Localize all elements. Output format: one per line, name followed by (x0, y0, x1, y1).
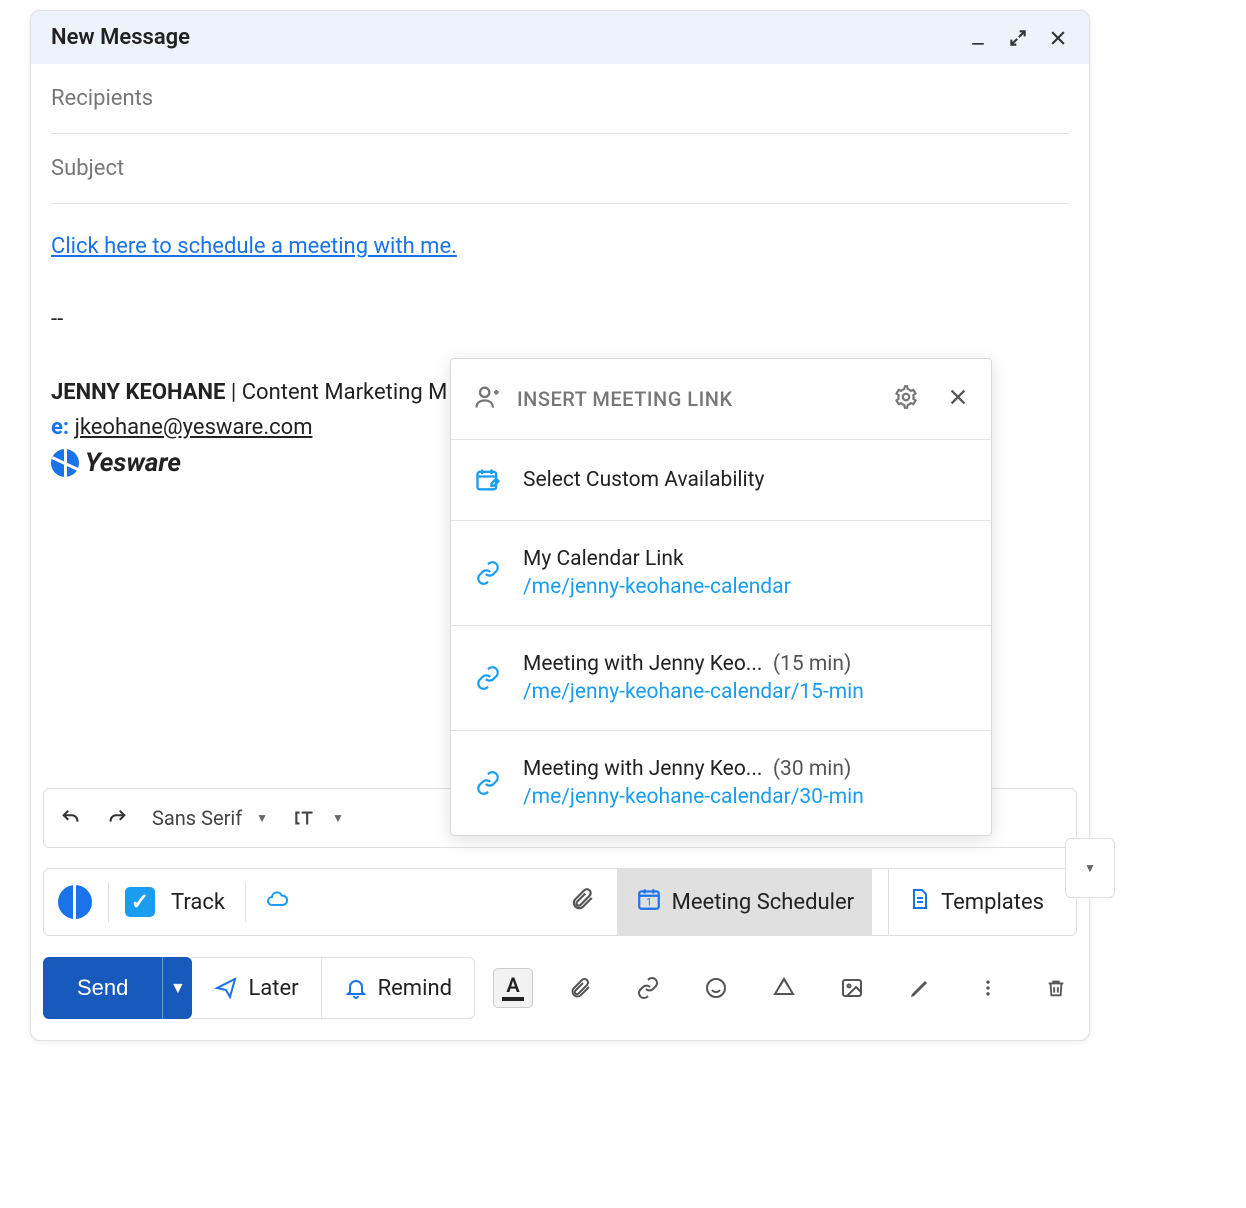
meeting-15min-duration: (15 min) (773, 652, 851, 676)
calendar-icon: 1 (636, 886, 662, 918)
attachment-icon[interactable] (569, 886, 595, 918)
drive-icon[interactable] (763, 976, 805, 1000)
link-icon (473, 560, 503, 586)
templates-button[interactable]: Templates (888, 869, 1062, 935)
signature-email-label: e: (51, 415, 69, 440)
gear-icon[interactable] (893, 384, 919, 414)
meeting-30min-duration: (30 min) (773, 757, 851, 781)
minimize-icon[interactable] (967, 27, 989, 49)
calendar-edit-icon (473, 466, 503, 494)
expand-icon[interactable] (1007, 27, 1029, 49)
calendar-link-row[interactable]: My Calendar Link /me/jenny-keohane-calen… (451, 521, 991, 626)
meeting-30min-row[interactable]: Meeting with Jenny Keo... (30 min) /me/j… (451, 731, 991, 835)
later-label: Later (248, 976, 298, 1001)
text-color-button[interactable]: A (493, 968, 533, 1008)
track-label: Track (171, 890, 225, 915)
signature-name: JENNY KEOHANE (51, 380, 225, 405)
undo-icon[interactable] (60, 807, 82, 829)
svg-text:1: 1 (646, 898, 651, 909)
link-icon (473, 770, 503, 796)
close-icon[interactable] (947, 386, 969, 412)
signature-email: jkeohane@yesware.com (75, 415, 313, 440)
templates-label: Templates (941, 890, 1044, 915)
signature-separator-pipe: | (225, 380, 241, 405)
titlebar-actions (967, 27, 1069, 49)
attach-file-icon[interactable] (559, 976, 601, 1000)
link-icon (473, 665, 503, 691)
meeting-30min-path: /me/jenny-keohane-calendar/30-min (523, 785, 864, 809)
header-fields: Recipients Subject (31, 64, 1089, 204)
window-title: New Message (51, 25, 190, 50)
bell-icon (344, 976, 368, 1000)
remind-label: Remind (378, 976, 452, 1001)
meeting-15min-label: Meeting with Jenny Keo... (523, 652, 762, 676)
redo-icon[interactable] (106, 807, 128, 829)
cloud-icon[interactable] (262, 887, 292, 917)
subject-field[interactable]: Subject (51, 134, 1069, 204)
document-icon (907, 886, 931, 918)
custom-availability-label: Select Custom Availability (523, 468, 764, 492)
emoji-icon[interactable] (695, 976, 737, 1000)
yesware-logo-mark (51, 449, 79, 477)
insert-meeting-link-popup: INSERT MEETING LINK Select Custom Availa… (450, 358, 992, 836)
chevron-down-icon: ▼ (256, 811, 268, 825)
schedule-meeting-link[interactable]: Click here to schedule a meeting with me… (51, 234, 457, 259)
chevron-down-icon: ▼ (332, 811, 344, 825)
meeting-scheduler-label: Meeting Scheduler (672, 890, 854, 915)
custom-availability-row[interactable]: Select Custom Availability (451, 440, 991, 521)
yesware-toolbar: ✓ Track 1 Meeting Scheduler Templates (43, 868, 1077, 936)
compose-controls: A (493, 968, 1077, 1008)
font-family-select[interactable]: Sans Serif ▼ (152, 806, 268, 830)
yesware-icon[interactable] (58, 885, 92, 919)
send-later-button[interactable]: Later (192, 957, 321, 1019)
track-checkbox[interactable]: ✓ (125, 887, 155, 917)
meeting-30min-label: Meeting with Jenny Keo... (523, 757, 762, 781)
popup-header: INSERT MEETING LINK (451, 359, 991, 440)
add-person-icon (473, 383, 501, 415)
remind-button[interactable]: Remind (322, 957, 475, 1019)
close-icon[interactable] (1047, 27, 1069, 49)
signature-separator: -- (51, 307, 1069, 332)
send-button[interactable]: Send (43, 957, 162, 1019)
insert-image-icon[interactable] (831, 976, 873, 1000)
calendar-link-label: My Calendar Link (523, 547, 791, 571)
recipients-field[interactable]: Recipients (51, 64, 1069, 134)
font-size-select[interactable]: ▼ (292, 805, 344, 831)
meeting-scheduler-button[interactable]: 1 Meeting Scheduler (617, 869, 872, 935)
discard-icon[interactable] (1035, 976, 1077, 1000)
send-icon (214, 976, 238, 1000)
pen-icon[interactable] (899, 976, 941, 1000)
formatting-more-button[interactable]: ▼ (1065, 838, 1115, 898)
font-family-label: Sans Serif (152, 806, 242, 830)
meeting-15min-row[interactable]: Meeting with Jenny Keo... (15 min) /me/j… (451, 626, 991, 731)
meeting-15min-path: /me/jenny-keohane-calendar/15-min (523, 680, 864, 704)
popup-title: INSERT MEETING LINK (517, 387, 877, 411)
send-dropdown[interactable]: ▼ (162, 957, 192, 1019)
titlebar: New Message (31, 11, 1089, 64)
calendar-link-path: /me/jenny-keohane-calendar (523, 575, 791, 599)
more-options-icon[interactable] (967, 976, 1009, 1000)
signature-title: Content Marketing M (242, 380, 448, 405)
send-row: Send ▼ Later Remind A (43, 956, 1077, 1020)
yesware-logo-text: Yesware (85, 448, 181, 478)
insert-link-icon[interactable] (627, 976, 669, 1000)
